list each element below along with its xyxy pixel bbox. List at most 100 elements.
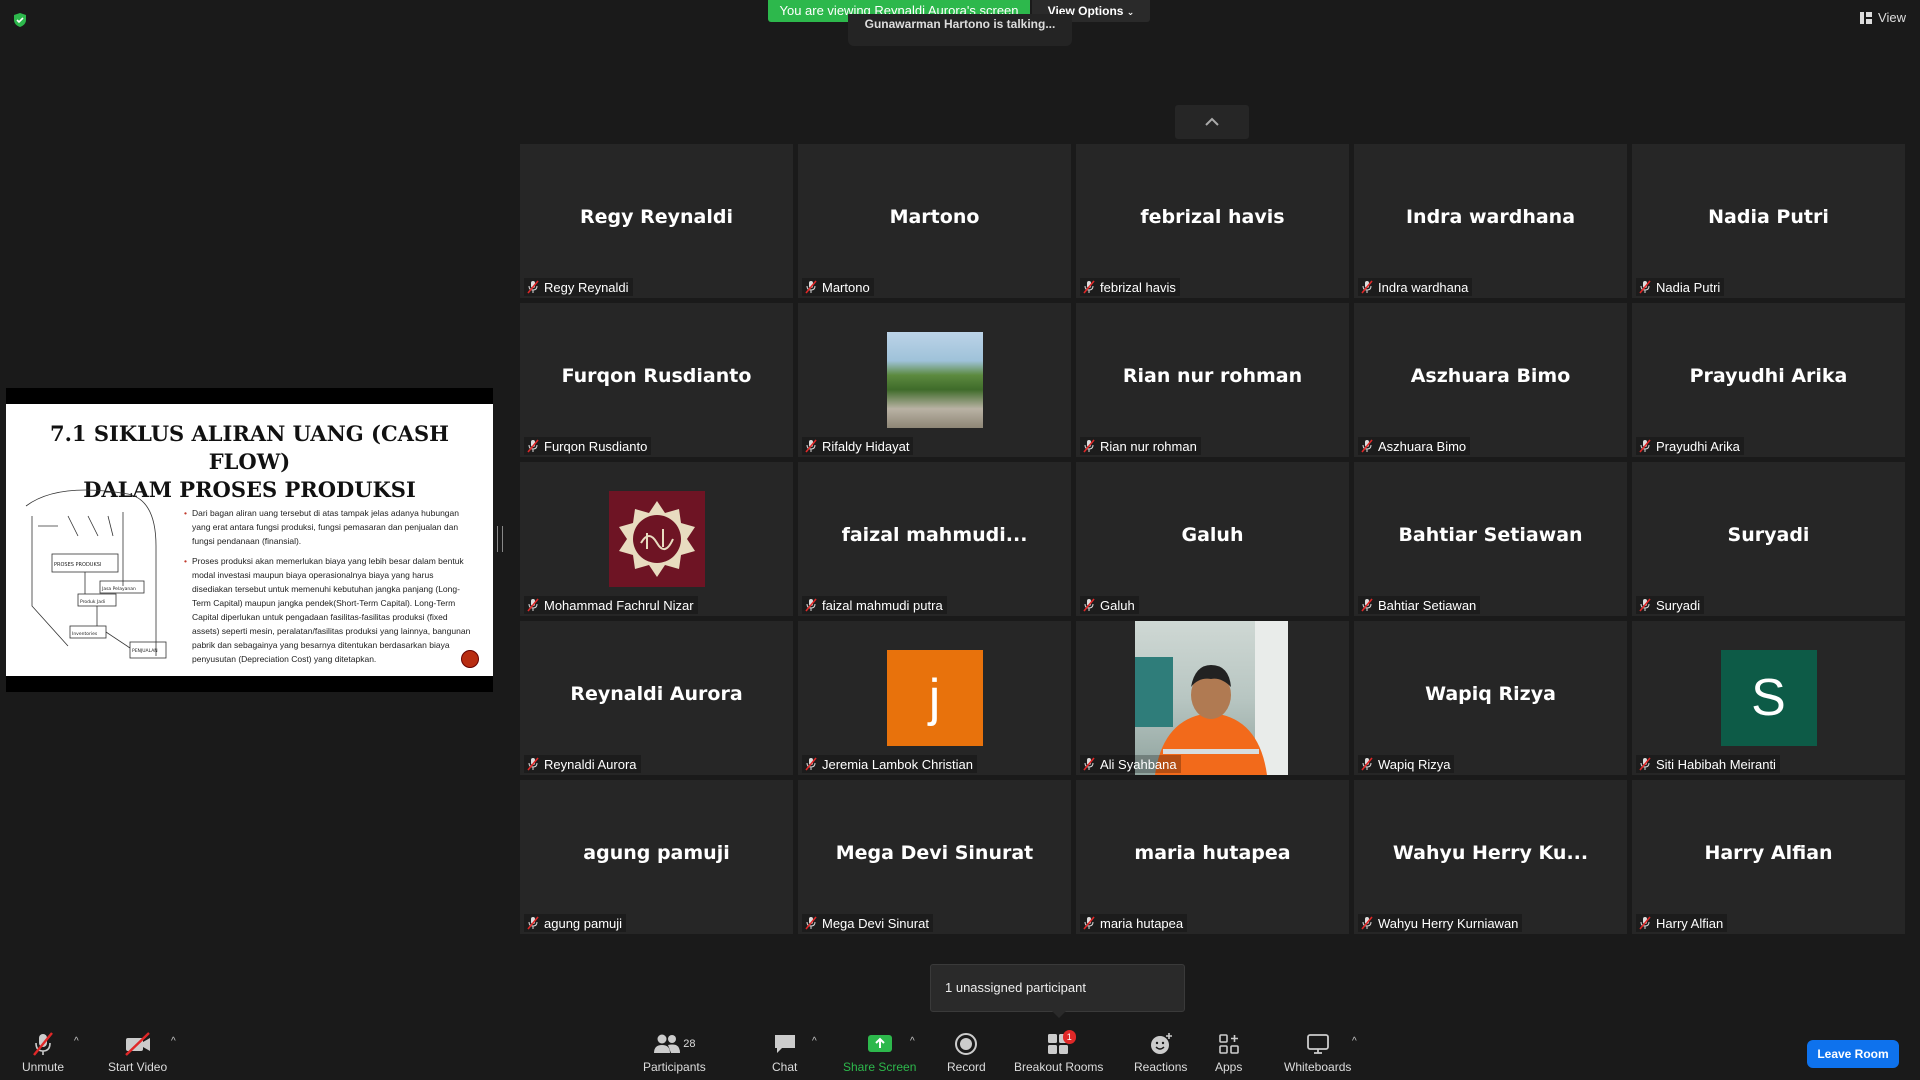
participant-name-label: febrizal havis bbox=[1080, 278, 1180, 296]
participant-tile[interactable]: Galuh Galuh bbox=[1076, 462, 1349, 616]
chat-label: Chat bbox=[772, 1060, 798, 1074]
participant-tile[interactable]: Mega Devi Sinurat Mega Devi Sinurat bbox=[798, 780, 1071, 934]
participant-name: agung pamuji bbox=[544, 915, 623, 931]
participant-display-name: Bahtiar Setiawan bbox=[1398, 524, 1583, 546]
participant-name-label: Harry Alfian bbox=[1636, 914, 1728, 932]
profile-photo bbox=[886, 332, 983, 428]
participant-name-label: Mohammad Fachrul Nizar bbox=[524, 596, 698, 614]
record-label: Record bbox=[947, 1060, 986, 1074]
whiteboards-label: Whiteboards bbox=[1284, 1060, 1352, 1074]
microphone-muted-icon bbox=[527, 280, 539, 294]
participant-name-label: Indra wardhana bbox=[1358, 278, 1473, 296]
breakout-rooms-button[interactable]: 1 Breakout Rooms bbox=[1014, 1030, 1103, 1074]
view-label: View bbox=[1878, 10, 1906, 25]
participant-tile[interactable]: Reynaldi Aurora Reynaldi Aurora bbox=[520, 621, 793, 775]
slide-title-line1: 7.1 SIKLUS ALIRAN UANG (CASH FLOW) bbox=[50, 421, 449, 474]
participant-tile[interactable]: Prayudhi Arika Prayudhi Arika bbox=[1632, 303, 1905, 457]
participant-name: Wapiq Rizya bbox=[1378, 756, 1451, 772]
participant-tile[interactable]: Rian nur rohman Rian nur rohman bbox=[1076, 303, 1349, 457]
avatar: j bbox=[886, 650, 983, 746]
microphone-muted-icon bbox=[1083, 280, 1095, 294]
reactions-label: Reactions bbox=[1134, 1060, 1188, 1074]
share-screen-button[interactable]: Share Screen bbox=[843, 1030, 916, 1074]
participant-name: Aszhuara Bimo bbox=[1378, 438, 1467, 454]
microphone-muted-icon bbox=[1639, 916, 1651, 930]
participant-tile[interactable]: Wapiq Rizya Wapiq Rizya bbox=[1354, 621, 1627, 775]
chevron-up-icon bbox=[1205, 117, 1219, 126]
participant-name-label: Rian nur rohman bbox=[1080, 437, 1201, 455]
avatar-initial: S bbox=[1751, 669, 1786, 727]
talking-indicator: Gunawarman Hartono is talking... bbox=[848, 14, 1072, 46]
participant-tile[interactable]: j Jeremia Lambok Christian bbox=[798, 621, 1071, 775]
participant-name-label: Martono bbox=[802, 278, 874, 296]
share-options-caret[interactable]: ^ bbox=[910, 1036, 915, 1047]
avatar-initial: j bbox=[928, 669, 941, 727]
participant-tile[interactable]: Wahyu Herry Ku... Wahyu Herry Kurniawan bbox=[1354, 780, 1627, 934]
chat-button[interactable]: Chat bbox=[772, 1030, 797, 1074]
participant-tile[interactable]: agung pamuji agung pamuji bbox=[520, 780, 793, 934]
whiteboards-button[interactable]: Whiteboards bbox=[1284, 1030, 1351, 1074]
record-button[interactable]: Record bbox=[947, 1030, 986, 1074]
participant-display-name: Mega Devi Sinurat bbox=[835, 842, 1034, 864]
start-video-button[interactable]: Start Video bbox=[108, 1030, 167, 1074]
microphone-muted-icon bbox=[1639, 598, 1651, 612]
meeting-toolbar: Unmute ^ Start Video ^ 28 Participants C… bbox=[0, 1020, 1920, 1080]
participant-tile[interactable]: Furqon Rusdianto Furqon Rusdianto bbox=[520, 303, 793, 457]
leave-room-button[interactable]: Leave Room bbox=[1807, 1040, 1899, 1068]
participant-name-label: Regy Reynaldi bbox=[524, 278, 633, 296]
participant-tile[interactable]: Indra wardhana Indra wardhana bbox=[1354, 144, 1627, 298]
diagram-jasa-label: Jasa Pelayanan bbox=[101, 586, 136, 592]
microphone-muted-icon bbox=[805, 280, 817, 294]
whiteboard-options-caret[interactable]: ^ bbox=[1352, 1036, 1357, 1047]
microphone-muted-icon bbox=[1639, 439, 1651, 453]
participant-display-name: Wahyu Herry Ku... bbox=[1392, 842, 1589, 864]
whiteboard-icon bbox=[1306, 1034, 1329, 1054]
participant-tile[interactable]: Suryadi Suryadi bbox=[1632, 462, 1905, 616]
participant-tile[interactable]: faizal mahmudi... faizal mahmudi putra bbox=[798, 462, 1071, 616]
participant-display-name: Suryadi bbox=[1727, 524, 1810, 546]
participant-tile[interactable]: Regy Reynaldi Regy Reynaldi bbox=[520, 144, 793, 298]
participant-name-label: Rifaldy Hidayat bbox=[802, 437, 914, 455]
audio-options-caret[interactable]: ^ bbox=[74, 1036, 79, 1047]
shield-icon[interactable] bbox=[12, 12, 28, 28]
participant-name-label: Mega Devi Sinurat bbox=[802, 914, 933, 932]
participant-tile[interactable]: febrizal havis febrizal havis bbox=[1076, 144, 1349, 298]
microphone-muted-icon bbox=[1361, 598, 1373, 612]
participant-tile[interactable]: Rifaldy Hidayat bbox=[798, 303, 1071, 457]
participant-tile[interactable]: Harry Alfian Harry Alfian bbox=[1632, 780, 1905, 934]
resize-handle[interactable] bbox=[497, 526, 503, 552]
participant-tile[interactable]: maria hutapea maria hutapea bbox=[1076, 780, 1349, 934]
participant-tile[interactable]: Ali Syahbana bbox=[1076, 621, 1349, 775]
participant-tile[interactable]: Mohammad Fachrul Nizar bbox=[520, 462, 793, 616]
participant-tile[interactable]: Martono Martono bbox=[798, 144, 1071, 298]
participant-name: Rian nur rohman bbox=[1100, 438, 1197, 454]
participant-tile[interactable]: Bahtiar Setiawan Bahtiar Setiawan bbox=[1354, 462, 1627, 616]
participant-name-label: Wapiq Rizya bbox=[1358, 755, 1455, 773]
microphone-muted-icon bbox=[527, 598, 539, 612]
reactions-button[interactable]: Reactions bbox=[1134, 1030, 1187, 1074]
unmute-button[interactable]: Unmute bbox=[22, 1030, 64, 1074]
video-camera-off-icon bbox=[124, 1032, 150, 1056]
view-button[interactable]: View bbox=[1860, 10, 1906, 25]
participant-name-label: Jeremia Lambok Christian bbox=[802, 755, 978, 773]
participant-display-name: agung pamuji bbox=[583, 842, 730, 864]
participant-display-name: Prayudhi Arika bbox=[1689, 365, 1848, 387]
microphone-muted-icon bbox=[527, 757, 539, 771]
grid-view-icon bbox=[1860, 11, 1873, 24]
participant-name-label: Nadia Putri bbox=[1636, 278, 1725, 296]
page-up-button[interactable] bbox=[1175, 105, 1249, 139]
video-options-caret[interactable]: ^ bbox=[171, 1036, 176, 1047]
slide-bullet-2: Proses produksi akan memerlukan biaya ya… bbox=[184, 554, 474, 666]
participant-tile[interactable]: Aszhuara Bimo Aszhuara Bimo bbox=[1354, 303, 1627, 457]
participants-button[interactable]: 28 Participants bbox=[643, 1030, 706, 1074]
smiley-icon bbox=[1150, 1033, 1172, 1054]
participant-tile[interactable]: S Siti Habibah Meiranti bbox=[1632, 621, 1905, 775]
apps-button[interactable]: Apps bbox=[1215, 1030, 1242, 1074]
participant-name: Jeremia Lambok Christian bbox=[822, 756, 974, 772]
participant-tile[interactable]: Nadia Putri Nadia Putri bbox=[1632, 144, 1905, 298]
participant-display-name: maria hutapea bbox=[1134, 842, 1291, 864]
diagram-produk-label: Produk Jadi bbox=[80, 599, 105, 605]
chat-options-caret[interactable]: ^ bbox=[812, 1036, 817, 1047]
diagram-proses-label: PROSES PRODUKSI bbox=[54, 562, 101, 568]
participant-name: Mega Devi Sinurat bbox=[822, 915, 929, 931]
